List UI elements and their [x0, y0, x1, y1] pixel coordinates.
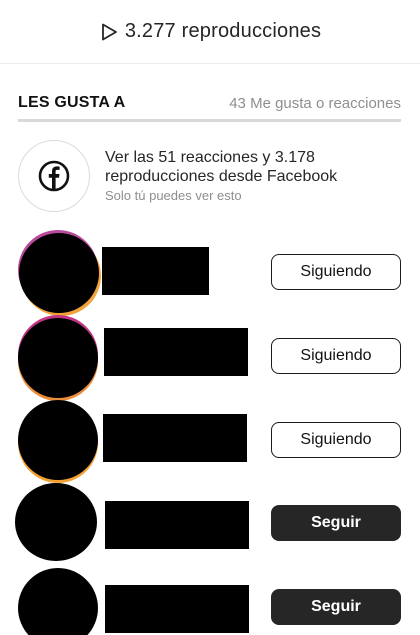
- facebook-text: Ver las 51 reacciones y 3.178 reproducci…: [105, 148, 405, 203]
- avatar[interactable]: [15, 483, 97, 561]
- user-row[interactable]: Seguir: [0, 567, 420, 635]
- facebook-icon-circle: [18, 140, 90, 212]
- follow-button[interactable]: Seguir: [271, 589, 401, 625]
- likes-title: LES GUSTA A: [18, 94, 126, 111]
- tab-underline: [18, 119, 401, 122]
- avatar[interactable]: [18, 400, 98, 480]
- user-row[interactable]: Siguiendo: [0, 399, 420, 480]
- avatar[interactable]: [19, 233, 99, 313]
- user-row[interactable]: Siguiendo: [0, 315, 420, 398]
- user-row[interactable]: Siguiendo: [0, 231, 420, 313]
- redacted-username[interactable]: [105, 585, 249, 633]
- facebook-main-text: Ver las 51 reacciones y 3.178 reproducci…: [105, 149, 338, 185]
- following-button[interactable]: Siguiendo: [271, 338, 401, 374]
- views-header: 3.277 reproducciones: [0, 0, 420, 64]
- redacted-username[interactable]: [102, 247, 209, 295]
- facebook-sub-text: Solo tú puedes ver esto: [105, 188, 242, 203]
- views-count: 3.277 reproducciones: [124, 20, 322, 42]
- play-icon: [99, 22, 119, 42]
- facebook-reactions-row[interactable]: Ver las 51 reacciones y 3.178 reproducci…: [18, 140, 401, 212]
- facebook-icon: [38, 160, 70, 192]
- following-button[interactable]: Siguiendo: [271, 254, 401, 290]
- following-button[interactable]: Siguiendo: [271, 422, 401, 458]
- user-row[interactable]: Seguir: [0, 483, 420, 563]
- redacted-username[interactable]: [105, 501, 249, 549]
- redacted-username[interactable]: [104, 328, 248, 376]
- avatar[interactable]: [18, 568, 98, 635]
- likes-count: 43 Me gusta o reacciones: [229, 95, 401, 112]
- redacted-username[interactable]: [103, 414, 247, 462]
- follow-button[interactable]: Seguir: [271, 505, 401, 541]
- avatar[interactable]: [18, 318, 98, 398]
- likes-tab[interactable]: LES GUSTA A 43 Me gusta o reacciones: [18, 86, 401, 122]
